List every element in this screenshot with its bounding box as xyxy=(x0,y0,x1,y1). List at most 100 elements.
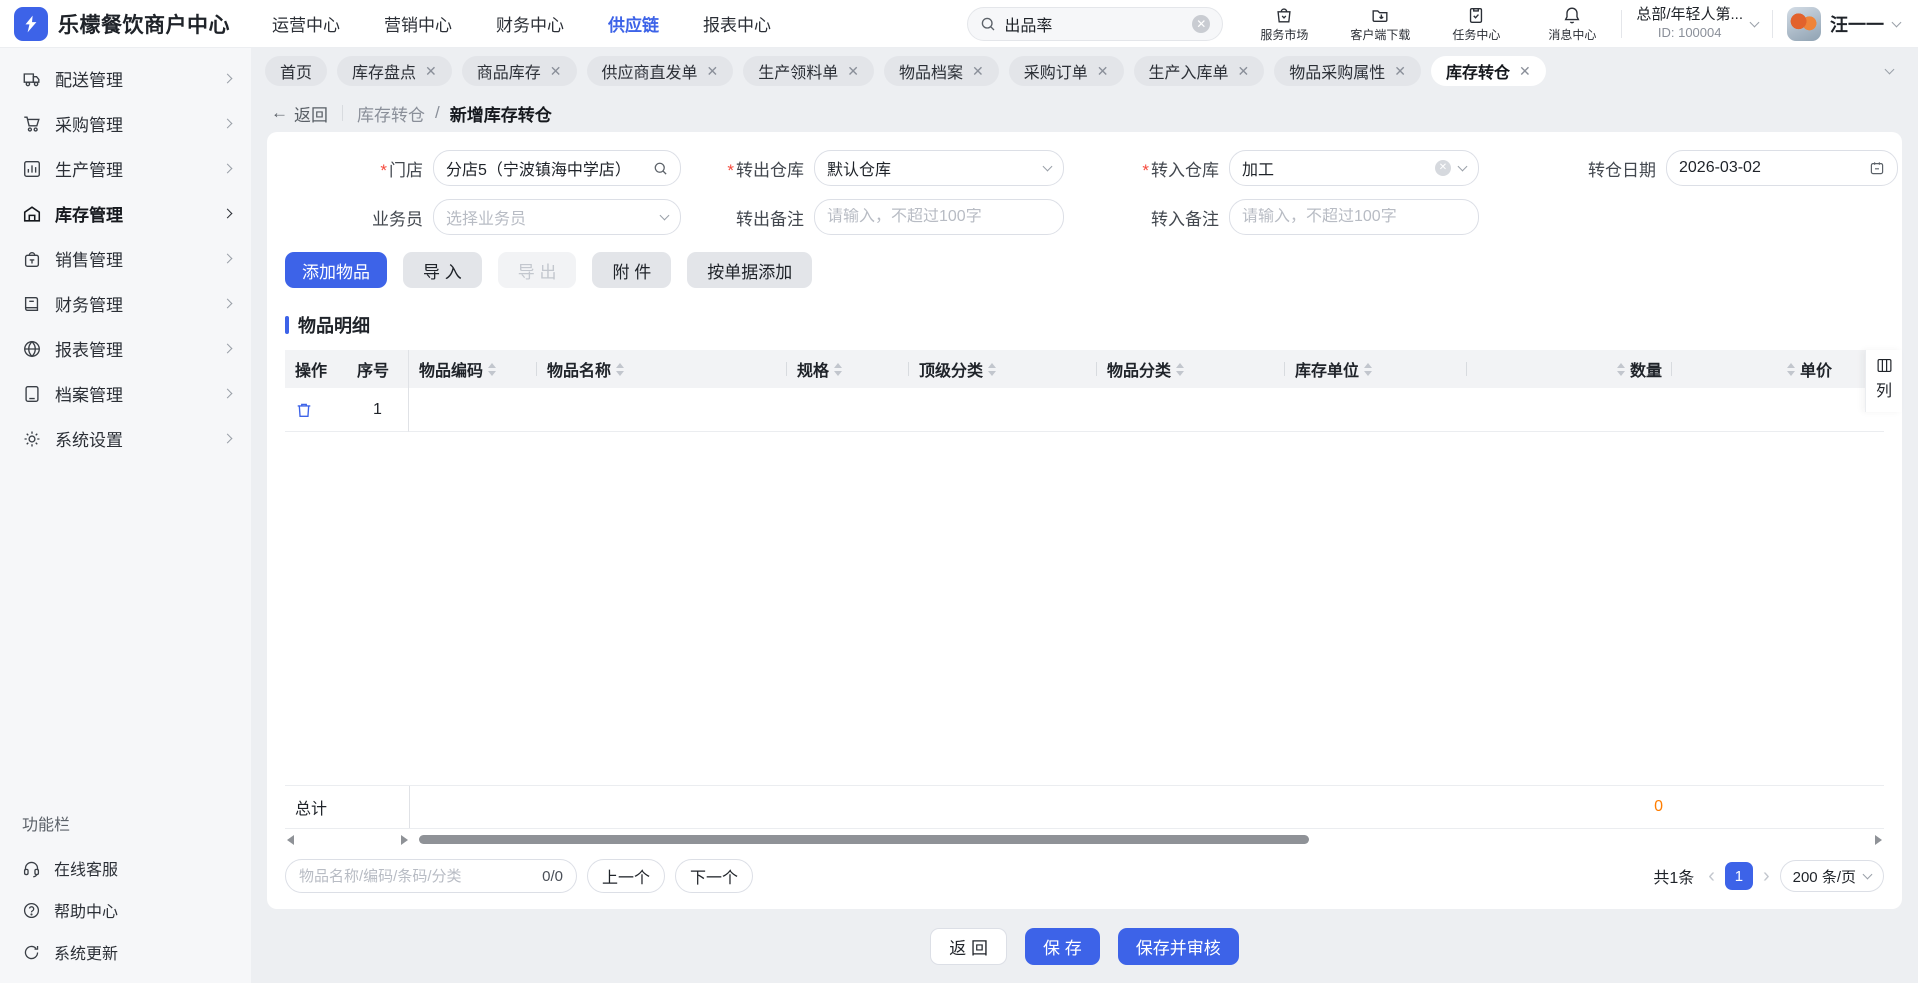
sidebar-item-archives[interactable]: 档案管理 xyxy=(0,371,251,416)
next-match-button[interactable]: 下一个 xyxy=(675,859,754,893)
attachment-button[interactable]: 附 件 xyxy=(592,252,672,288)
row-spec-cell[interactable] xyxy=(787,388,909,432)
sidebar-item-inventory[interactable]: 库存管理 xyxy=(0,191,251,236)
nav-finance-center[interactable]: 财务中心 xyxy=(496,11,564,36)
pagination-next-icon[interactable]: › xyxy=(1763,866,1770,886)
tab-overflow-button[interactable] xyxy=(1876,58,1902,84)
col-header-quantity[interactable]: 数量 xyxy=(1467,350,1672,388)
tab-item-archive[interactable]: 物品档案 ✕ xyxy=(884,56,999,86)
in-warehouse-select[interactable]: 加工 ✕ xyxy=(1229,150,1479,186)
util-message-center[interactable]: 消息中心 xyxy=(1537,5,1607,43)
sort-caret-icon[interactable] xyxy=(834,362,843,376)
tab-close-icon[interactable]: ✕ xyxy=(1394,64,1406,78)
store-picker[interactable]: 分店5（宁波镇海中学店） xyxy=(433,150,681,186)
row-item-name-cell[interactable] xyxy=(537,388,787,432)
sidebar-item-online-service[interactable]: 在线客服 xyxy=(0,847,251,889)
clear-icon[interactable]: ✕ xyxy=(1435,160,1451,176)
col-header-spec[interactable]: 规格 xyxy=(787,350,909,388)
tab-close-icon[interactable]: ✕ xyxy=(550,64,562,78)
in-remark-input[interactable] xyxy=(1242,208,1466,226)
sidebar-item-sales[interactable]: 销售管理 xyxy=(0,236,251,281)
column-settings-button[interactable]: 列 xyxy=(1865,350,1902,412)
tab-close-icon[interactable]: ✕ xyxy=(425,64,437,78)
sidebar-item-system-update[interactable]: 系统更新 xyxy=(0,931,251,973)
save-and-audit-button[interactable]: 保存并审核 xyxy=(1117,927,1239,965)
row-unit-price-cell[interactable] xyxy=(1672,388,1842,432)
salesman-select[interactable]: 选择业务员 xyxy=(433,199,681,235)
sort-caret-icon[interactable] xyxy=(616,362,625,376)
nav-operation-center[interactable]: 运营中心 xyxy=(272,11,340,36)
transfer-date-picker[interactable]: 2026-03-02 xyxy=(1666,150,1898,186)
global-search-box[interactable]: 出品率 ✕ xyxy=(967,6,1224,41)
tab-close-icon[interactable]: ✕ xyxy=(972,64,984,78)
row-item-category-cell[interactable] xyxy=(1097,388,1285,432)
horizontal-scrollbar[interactable] xyxy=(285,832,1884,847)
sort-caret-icon[interactable] xyxy=(1364,362,1373,376)
import-button[interactable]: 导 入 xyxy=(403,252,482,288)
sidebar-item-finance[interactable]: 财务管理 xyxy=(0,281,251,326)
tab-close-icon[interactable]: ✕ xyxy=(847,64,859,78)
sidebar-item-reports[interactable]: 报表管理 xyxy=(0,326,251,371)
tab-close-icon[interactable]: ✕ xyxy=(1519,64,1531,78)
sidebar-item-delivery[interactable]: 配送管理 xyxy=(0,56,251,101)
previous-match-button[interactable]: 上一个 xyxy=(587,859,666,893)
row-top-category-cell[interactable] xyxy=(909,388,1097,432)
tab-supplier-direct[interactable]: 供应商直发单 ✕ xyxy=(586,56,734,86)
sort-caret-icon[interactable] xyxy=(1786,362,1795,376)
pagination-page-1[interactable]: 1 xyxy=(1724,862,1753,890)
tab-home[interactable]: 首页 xyxy=(265,56,328,86)
tab-item-purchase-attr[interactable]: 物品采购属性 ✕ xyxy=(1274,56,1422,86)
save-button[interactable]: 保 存 xyxy=(1025,927,1100,965)
row-quantity-cell[interactable] xyxy=(1467,388,1672,432)
scroll-fixed-arrow-icon[interactable] xyxy=(401,835,408,845)
search-input-value[interactable]: 出品率 xyxy=(1004,12,1184,36)
col-header-item-name[interactable]: 物品名称 xyxy=(537,350,787,388)
tab-stock-transfer[interactable]: 库存转仓 ✕ xyxy=(1431,56,1546,86)
tab-purchase-order[interactable]: 采购订单 ✕ xyxy=(1008,56,1124,86)
tab-production-picking[interactable]: 生产领料单 ✕ xyxy=(743,56,875,86)
tab-inventory-check[interactable]: 库存盘点 ✕ xyxy=(337,56,452,86)
tab-close-icon[interactable]: ✕ xyxy=(707,64,719,78)
col-header-item-code[interactable]: 物品编码 xyxy=(409,350,537,388)
scrollbar-thumb[interactable] xyxy=(419,835,1309,844)
pagination-prev-icon[interactable]: ‹ xyxy=(1708,866,1715,886)
sidebar-item-settings[interactable]: 系统设置 xyxy=(0,416,251,461)
col-header-top-category[interactable]: 顶级分类 xyxy=(909,350,1097,388)
tab-close-icon[interactable]: ✕ xyxy=(1238,64,1250,78)
out-warehouse-select[interactable]: 默认仓库 xyxy=(814,150,1064,186)
sort-caret-icon[interactable] xyxy=(1616,362,1625,376)
page-size-select[interactable]: 200 条/页 xyxy=(1779,860,1884,892)
scroll-left-arrow-icon[interactable] xyxy=(287,835,294,845)
tab-goods-stock[interactable]: 商品库存 ✕ xyxy=(461,56,577,86)
row-stock-unit-cell[interactable] xyxy=(1285,388,1467,432)
sort-caret-icon[interactable] xyxy=(488,362,497,376)
sidebar-item-help-center[interactable]: 帮助中心 xyxy=(0,889,251,931)
search-clear-icon[interactable]: ✕ xyxy=(1192,14,1211,33)
util-task-center[interactable]: 任务中心 xyxy=(1441,5,1511,43)
item-filter-input[interactable] xyxy=(299,867,535,885)
nav-marketing-center[interactable]: 营销中心 xyxy=(384,11,452,36)
tab-production-inbound[interactable]: 生产入库单 ✕ xyxy=(1133,56,1265,86)
sidebar-item-purchase[interactable]: 采购管理 xyxy=(0,101,251,146)
row-item-code-cell[interactable] xyxy=(409,388,537,432)
col-header-item-category[interactable]: 物品分类 xyxy=(1097,350,1285,388)
col-header-stock-unit[interactable]: 库存单位 xyxy=(1285,350,1467,388)
scroll-right-arrow-icon[interactable] xyxy=(1875,835,1882,845)
util-service-market[interactable]: 服务市场 xyxy=(1249,5,1319,43)
nav-supply-chain[interactable]: 供应链 xyxy=(608,11,659,36)
sort-caret-icon[interactable] xyxy=(988,362,997,376)
sort-caret-icon[interactable] xyxy=(1176,362,1185,376)
out-remark-input[interactable] xyxy=(827,208,1051,226)
add-item-button[interactable]: 添加物品 xyxy=(285,252,387,288)
user-menu[interactable]: 汪一一 xyxy=(1787,6,1902,41)
col-header-unit-price[interactable]: 单价 xyxy=(1672,350,1842,388)
add-by-document-button[interactable]: 按单据添加 xyxy=(687,252,813,288)
breadcrumb-parent[interactable]: 库存转仓 xyxy=(357,101,425,126)
back-button[interactable]: ← 返回 xyxy=(271,101,328,126)
nav-report-center[interactable]: 报表中心 xyxy=(703,11,771,36)
return-button[interactable]: 返 回 xyxy=(930,927,1007,965)
tab-close-icon[interactable]: ✕ xyxy=(1097,64,1109,78)
delete-row-icon[interactable] xyxy=(295,401,313,419)
export-button[interactable]: 导 出 xyxy=(497,252,577,288)
util-client-download[interactable]: 客户端下载 xyxy=(1345,5,1415,43)
